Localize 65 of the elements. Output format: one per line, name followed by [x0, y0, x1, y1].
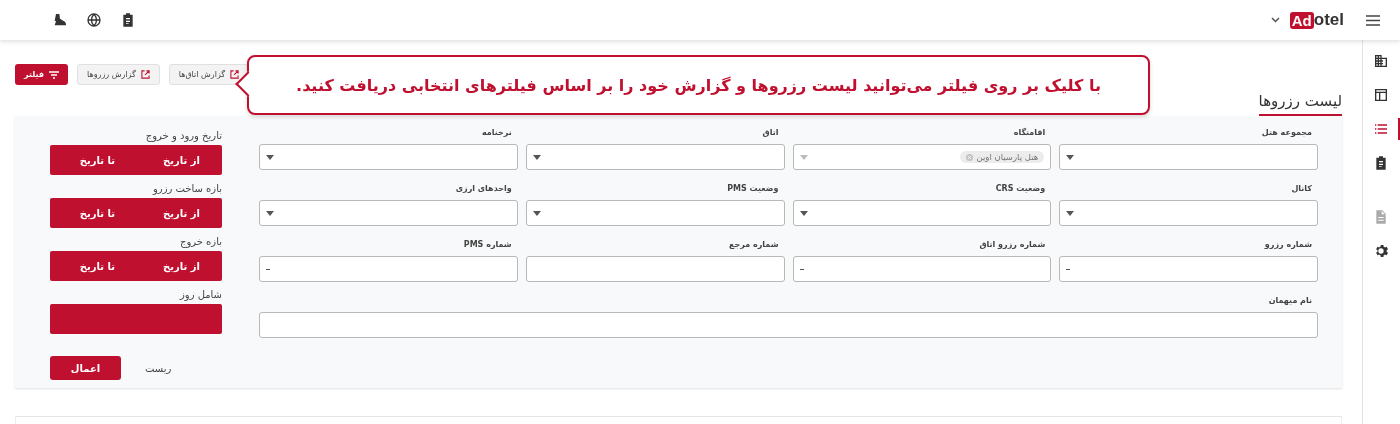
- chevron-icon[interactable]: [1270, 17, 1280, 23]
- dash-icon: [799, 268, 804, 270]
- filter-button[interactable]: فیلتر: [15, 64, 68, 85]
- hotel-chip[interactable]: هتل پارسیان اوین: [960, 151, 1045, 163]
- dash-icon: [1066, 268, 1071, 270]
- table-icon[interactable]: [1372, 87, 1389, 103]
- field-label: شماره رزرو: [1264, 240, 1312, 249]
- menu-icon[interactable]: [1366, 14, 1380, 26]
- select-field[interactable]: [1059, 144, 1318, 170]
- field-label: وضعیت CRS: [995, 184, 1046, 193]
- date-range-field[interactable]: از تاریخ تا تاریخ: [50, 251, 222, 281]
- field-label: تاریخ ورود و خروج: [145, 130, 222, 141]
- apply-button[interactable]: اعمال: [50, 356, 121, 380]
- caret-icon: [1066, 154, 1075, 160]
- caret-icon: [266, 210, 274, 216]
- field-label: کانال: [1291, 184, 1312, 193]
- logo[interactable]: Adotel: [1289, 10, 1344, 30]
- field-label: نام میهمان: [1268, 296, 1312, 305]
- caret-icon: [532, 210, 541, 216]
- tooltip: با کلیک بر روی فیلتر می‌توانید لیست رزروها و گزارش خود را بر اساس فیلترهای انتخابی دریافت کنید.: [235, 55, 1150, 115]
- remove-icon[interactable]: [966, 153, 974, 161]
- report-button[interactable]: گزارش رزروها: [77, 64, 160, 85]
- number-field[interactable]: [1059, 256, 1318, 282]
- select-field[interactable]: [525, 144, 785, 170]
- caret-icon: [532, 154, 541, 160]
- external-link-icon: [140, 70, 150, 79]
- select-field[interactable]: [1059, 200, 1318, 226]
- field-label: شماره مرجع: [729, 240, 779, 249]
- field-label: وضعیت PMS: [727, 184, 779, 193]
- globe-icon[interactable]: [86, 12, 102, 28]
- clipboard-icon[interactable]: [120, 12, 136, 28]
- field-label: اقامتگاه: [1013, 128, 1046, 137]
- field-label: شماره PMS: [463, 240, 512, 249]
- field-label: بازه ساخت رزرو: [153, 183, 222, 194]
- input-field[interactable]: [525, 256, 785, 282]
- reset-button[interactable]: ریست: [145, 362, 172, 374]
- dash-icon: [266, 268, 270, 270]
- field-label: نرخنامه: [481, 128, 512, 137]
- external-link-icon: [230, 70, 240, 79]
- field-label: اتاق: [762, 128, 779, 137]
- field-label: بازه خروج: [179, 236, 222, 247]
- select-field[interactable]: [525, 200, 785, 226]
- caret-icon: [799, 210, 808, 216]
- select-field[interactable]: [259, 144, 518, 170]
- input-field[interactable]: [259, 312, 1318, 338]
- field-label: واحدهای ارزی: [455, 184, 512, 193]
- boot-icon[interactable]: [52, 12, 68, 28]
- date-range-field[interactable]: [50, 304, 222, 334]
- number-field[interactable]: [792, 256, 1052, 282]
- select-field[interactable]: [259, 200, 518, 226]
- date-range-field[interactable]: از تاریخ تا تاریخ: [50, 198, 222, 228]
- date-range-field[interactable]: از تاریخ تا تاریخ: [50, 145, 222, 175]
- field-label: شامل روز: [179, 289, 222, 300]
- select-field[interactable]: هتل پارسیان اوین: [792, 144, 1052, 170]
- field-label: مجموعه هتل: [1261, 128, 1312, 137]
- caret-icon: [266, 154, 274, 160]
- number-field[interactable]: [259, 256, 518, 282]
- caret-icon: [799, 154, 808, 160]
- select-field[interactable]: [792, 200, 1052, 226]
- building-icon[interactable]: [1372, 53, 1389, 69]
- field-label: شماره رزرو اتاق: [979, 240, 1046, 249]
- filter-icon: [49, 70, 59, 79]
- list-icon[interactable]: [1372, 121, 1389, 137]
- caret-icon: [1066, 210, 1075, 216]
- report-button[interactable]: گزارش اتاق‌ها: [168, 64, 250, 85]
